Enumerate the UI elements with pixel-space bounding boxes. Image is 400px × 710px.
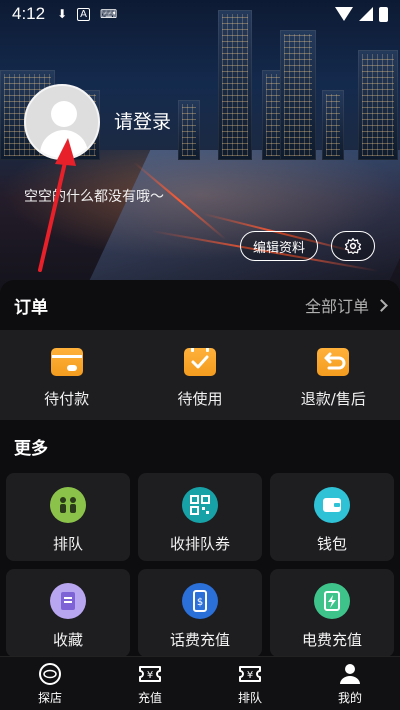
more-item-label: 电费充值 [301,631,362,649]
more-item-queue[interactable]: 排队 [6,473,130,561]
more-item-favorites[interactable]: 收藏 [6,569,130,657]
more-item-electric-recharge[interactable]: 电费充值 [270,569,394,657]
more-item-label: 收藏 [52,631,83,649]
orders-title: 订单 [14,297,48,318]
building [178,100,200,160]
avatar[interactable] [24,84,100,160]
wallet-icon [314,487,350,523]
gear-icon [344,237,362,255]
tab-label: 排队 [237,691,262,705]
tab-label: 充值 [137,691,162,705]
status-bar: 4:12 ⬇ A ⌨ [0,0,400,28]
keyboard-icon: ⌨ [100,7,118,21]
building [280,30,316,160]
person-icon [340,664,360,684]
signal-icon [359,7,373,21]
tab-queue[interactable]: ¥ 排队 [200,657,300,710]
bottom-tab-bar: 探店 ¥ 充值 ¥ 排队 我的 [0,656,400,710]
avatar-head [51,101,77,127]
more-title: 更多 [14,438,48,459]
orders-header: 订单 全部订单 [0,280,400,330]
tab-mine[interactable]: 我的 [300,657,400,710]
refund-icon [317,348,350,376]
status-time: 4:12 [12,4,46,23]
more-item-label: 话费充值 [169,631,230,649]
qr-code-icon [182,487,218,523]
all-orders-link[interactable]: 全部订单 [304,293,388,317]
svg-text:¥: ¥ [247,670,253,681]
order-refund[interactable]: 退款/售后 [267,330,400,420]
battery-icon [379,6,388,22]
building [218,10,252,160]
more-item-wallet[interactable]: 钱包 [270,473,394,561]
explore-icon [39,663,61,685]
avatar-body [40,130,88,158]
more-item-label: 排队 [52,535,83,553]
queue-people-icon [50,487,86,523]
more-grid: 排队 收排队券 钱包 收藏 $ 话费充值 电费充值 [6,473,394,657]
electric-recharge-icon [314,583,350,619]
tab-label: 我的 [337,691,362,705]
more-item-phone-recharge[interactable]: $ 话费充值 [138,569,262,657]
tab-recharge[interactable]: ¥ 充值 [100,657,200,710]
more-item-label: 收排队券 [169,535,230,553]
chevron-right-icon [375,298,388,312]
building [322,90,344,160]
order-label: 待使用 [177,390,223,408]
order-pending-payment[interactable]: 待付款 [0,330,133,420]
profile-bio: 空空的什么都没有哦～ [24,189,164,205]
order-to-use[interactable]: 待使用 [133,330,266,420]
order-label: 待付款 [44,390,90,408]
notification-a-icon: A [77,7,90,21]
svg-text:$: $ [197,597,203,608]
card-icon [50,348,83,376]
phone-recharge-icon: $ [182,583,218,619]
ticket-yen-icon: ¥ [239,666,261,682]
favorite-doc-icon [50,583,86,619]
tab-explore[interactable]: 探店 [0,657,100,710]
edit-profile-button[interactable]: 编辑资料 [240,231,318,261]
order-label: 退款/售后 [300,390,366,408]
download-icon: ⬇ [57,7,68,21]
order-shortcuts: 待付款 待使用 退款/售后 [0,330,400,420]
building [358,50,398,160]
tab-label: 探店 [37,691,62,705]
main-panel: 订单 全部订单 待付款 待使用 退款/售后 更多 排队 收排队券 钱包 收藏 $… [0,280,400,660]
ticket-yen-icon: ¥ [139,666,161,682]
login-link[interactable]: 请登录 [114,107,171,134]
more-item-queue-ticket[interactable]: 收排队券 [138,473,262,561]
all-orders-label: 全部订单 [304,297,369,316]
wifi-icon [335,7,353,21]
more-header: 更多 [0,421,400,471]
settings-button[interactable] [331,231,375,261]
check-box-icon [183,346,216,376]
svg-text:¥: ¥ [147,670,153,681]
more-item-label: 钱包 [316,535,347,553]
